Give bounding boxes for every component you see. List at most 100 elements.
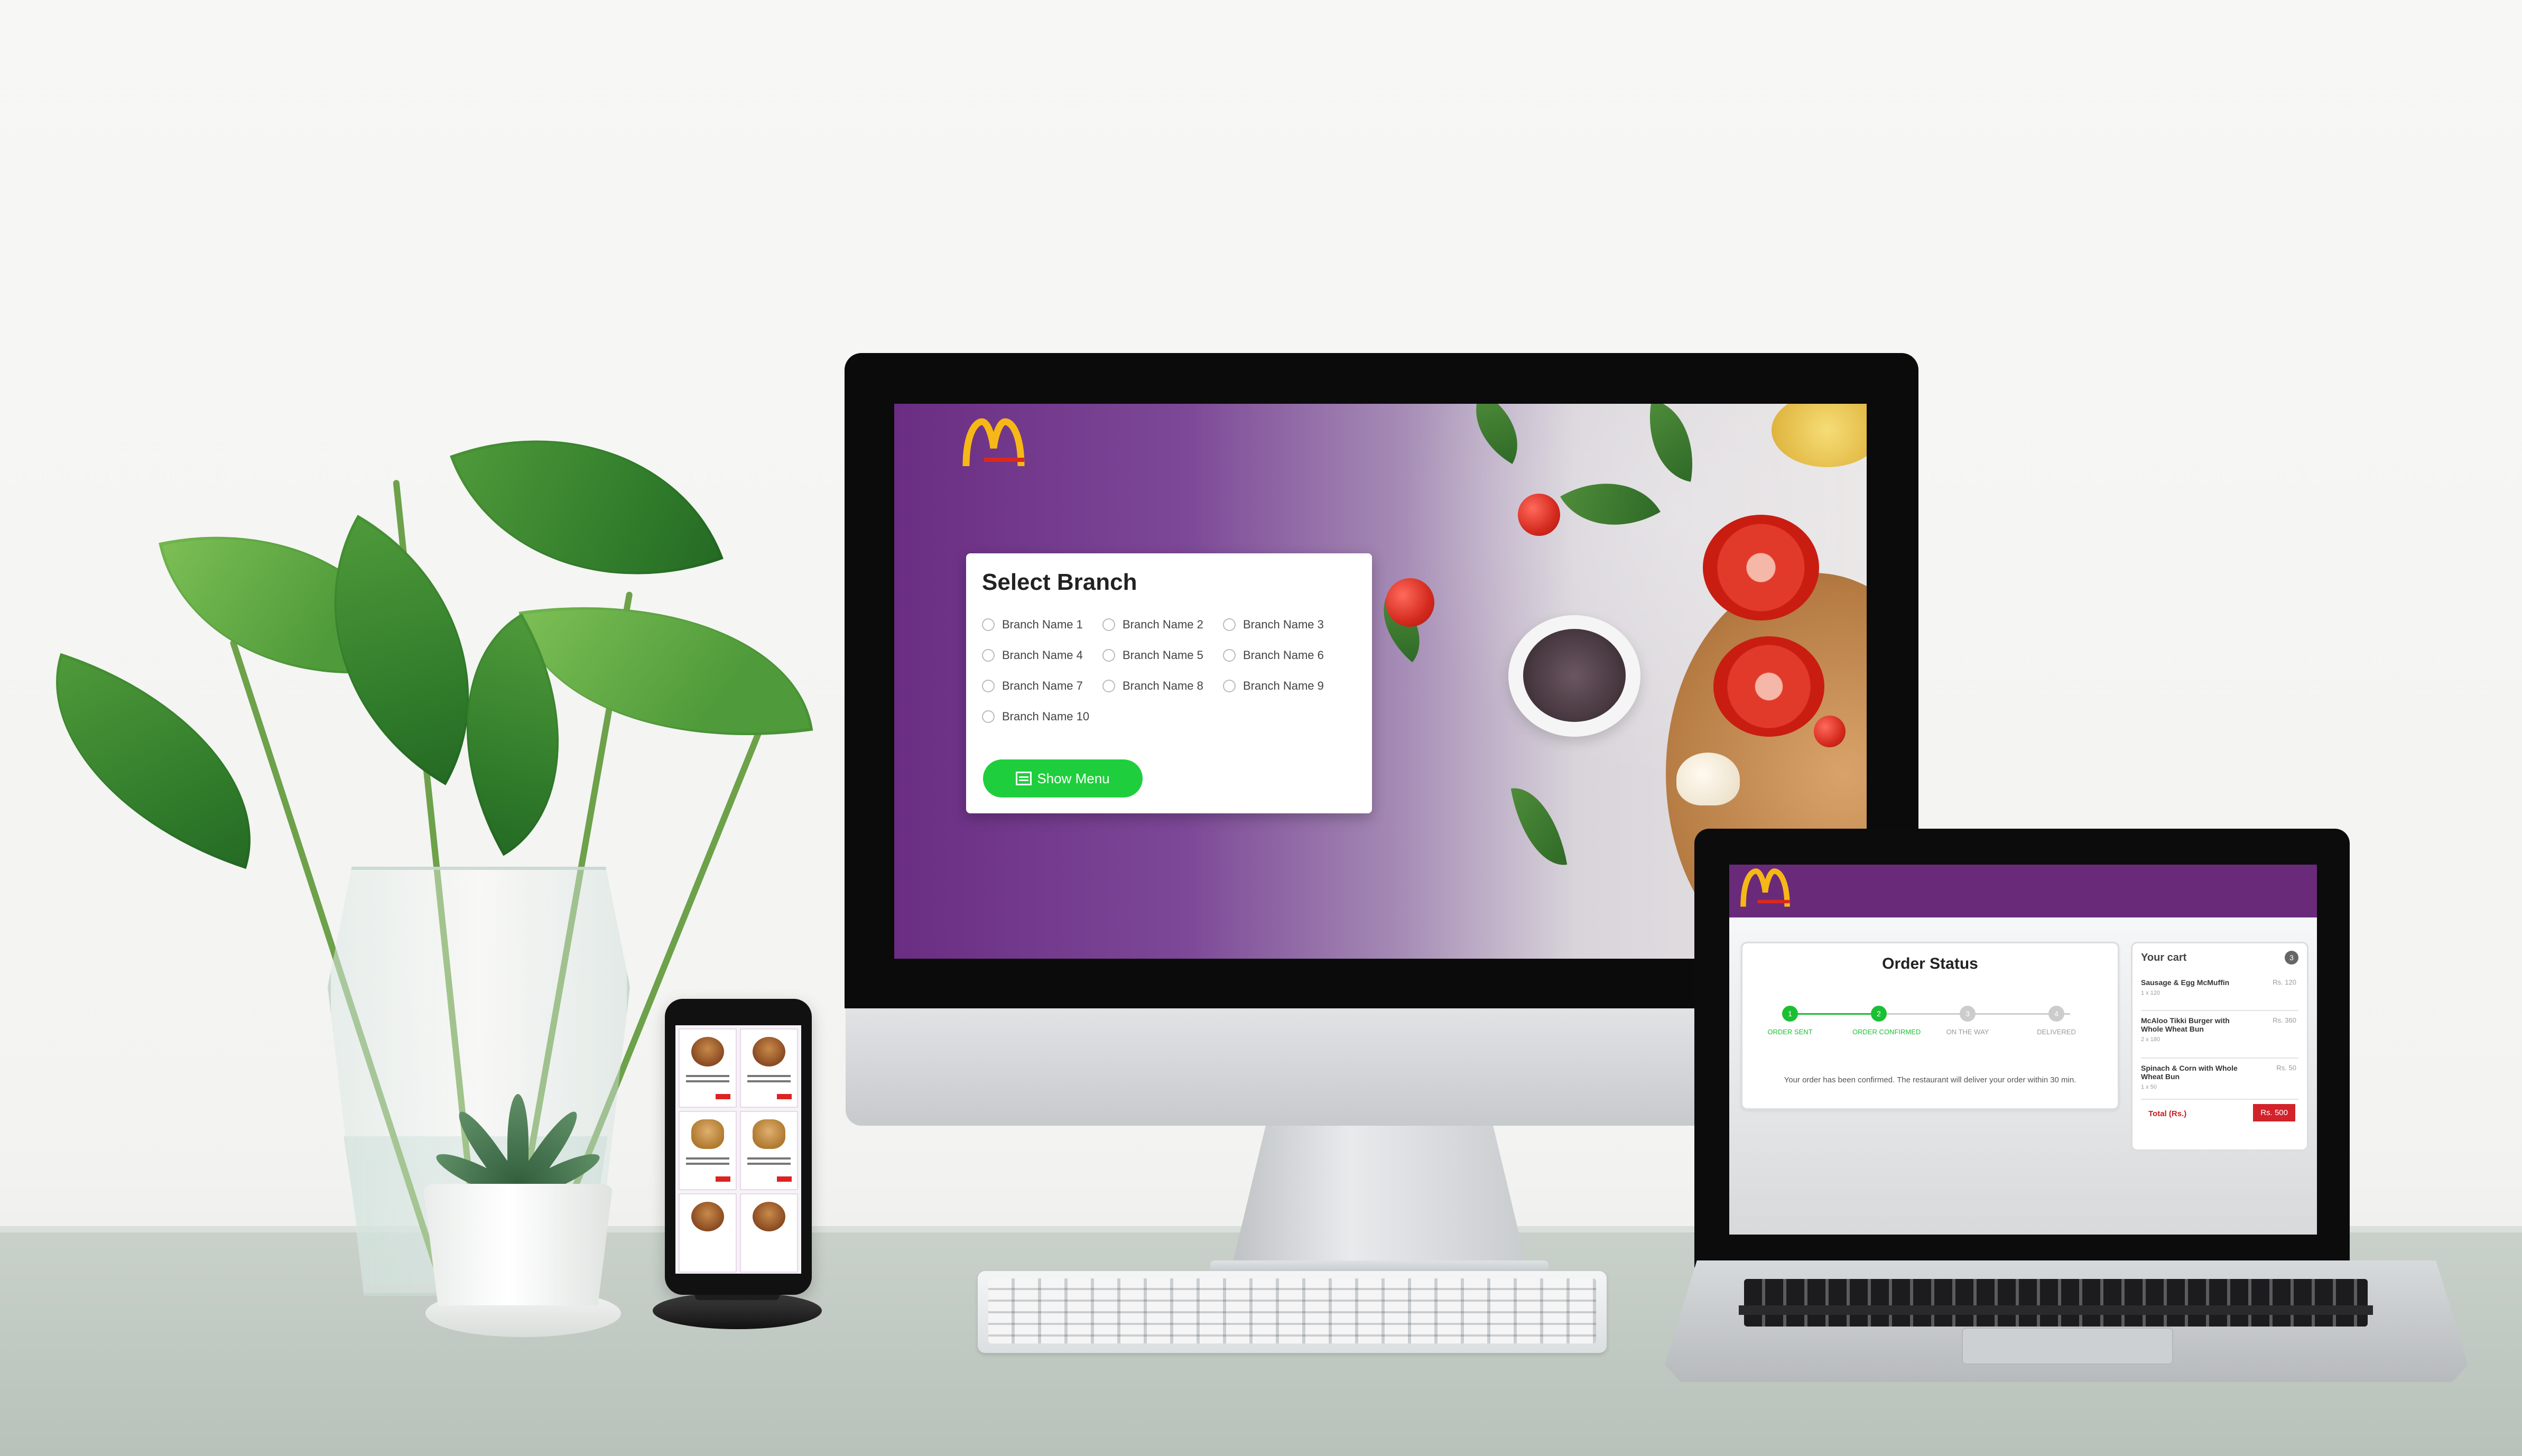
price-tag bbox=[777, 1094, 792, 1099]
card-text bbox=[686, 1075, 729, 1077]
chia-seeds bbox=[1523, 629, 1626, 722]
step-order-sent: 1 ORDER SENT bbox=[1764, 1006, 1816, 1036]
cart-item[interactable]: McAloo Tikki Burger with Whole Wheat Bun… bbox=[2141, 1016, 2298, 1059]
cart-item-qty: 1 x 50 bbox=[2141, 1084, 2157, 1090]
imac-stand bbox=[1231, 1120, 1527, 1268]
workspace-scene: Select Branch Branch Name 1 Branch Name … bbox=[0, 0, 2522, 1456]
show-menu-button[interactable]: Show Menu bbox=[983, 759, 1143, 797]
select-branch-panel: Select Branch Branch Name 1 Branch Name … bbox=[966, 553, 1372, 813]
branch-label: Branch Name 4 bbox=[1002, 648, 1083, 662]
branch-option-9[interactable]: Branch Name 9 bbox=[1223, 678, 1343, 694]
order-status-title: Order Status bbox=[1882, 955, 1978, 972]
price-tag bbox=[716, 1094, 730, 1099]
branch-option-2[interactable]: Branch Name 2 bbox=[1102, 617, 1223, 633]
app-header bbox=[1729, 865, 2317, 917]
cherry-tomato bbox=[1518, 494, 1560, 536]
cart-item-price: Rs. 360 bbox=[2273, 1016, 2296, 1024]
step-order-confirmed: 2 ORDER CONFIRMED bbox=[1852, 1006, 1921, 1036]
cherry-tomato bbox=[1814, 716, 1846, 747]
branch-label: Branch Name 5 bbox=[1123, 648, 1203, 662]
golden-arches-icon bbox=[962, 418, 1025, 467]
cart-item-qty: 2 x 180 bbox=[2141, 1036, 2161, 1043]
branch-option-6[interactable]: Branch Name 6 bbox=[1223, 647, 1343, 663]
phone-menu-card[interactable] bbox=[740, 1028, 798, 1108]
tomato-half bbox=[1713, 636, 1824, 737]
radio-icon[interactable] bbox=[1102, 618, 1115, 631]
card-text bbox=[686, 1080, 729, 1082]
branch-radio-group: Branch Name 1 Branch Name 2 Branch Name … bbox=[982, 617, 1352, 725]
mcdonalds-logo[interactable] bbox=[962, 418, 1025, 470]
branch-option-8[interactable]: Branch Name 8 bbox=[1102, 678, 1223, 694]
card-text bbox=[747, 1075, 791, 1077]
spinach-leaf bbox=[1457, 404, 1536, 464]
branch-label: Branch Name 6 bbox=[1243, 648, 1324, 662]
card-text bbox=[747, 1163, 791, 1165]
cart-item-name: Sausage & Egg McMuffin bbox=[2141, 978, 2230, 987]
radio-icon[interactable] bbox=[982, 710, 995, 723]
radio-icon[interactable] bbox=[1223, 680, 1236, 692]
branch-option-10[interactable]: Branch Name 10 bbox=[982, 709, 1102, 725]
branch-option-1[interactable]: Branch Name 1 bbox=[982, 617, 1102, 633]
branch-label: Branch Name 8 bbox=[1123, 679, 1203, 692]
price-tag bbox=[716, 1176, 730, 1182]
bun-image bbox=[753, 1119, 785, 1149]
burger-image bbox=[691, 1037, 724, 1067]
step-number: 2 bbox=[1871, 1006, 1887, 1022]
card-text bbox=[686, 1157, 729, 1160]
branch-label: Branch Name 7 bbox=[1002, 679, 1083, 692]
laptop-keyboard-row bbox=[1739, 1305, 2373, 1315]
phone-menu-card[interactable] bbox=[740, 1193, 798, 1273]
step-number: 4 bbox=[2048, 1006, 2064, 1022]
plant-leaf bbox=[450, 380, 724, 635]
bun-image bbox=[691, 1119, 724, 1149]
show-menu-label: Show Menu bbox=[1037, 770, 1110, 786]
order-status-card: Order Status 1 ORDER SENT 2 ORDER CONFIR… bbox=[1741, 942, 2119, 1110]
order-status-message: Your order has been confirmed. The resta… bbox=[1784, 1075, 2076, 1084]
branch-option-3[interactable]: Branch Name 3 bbox=[1223, 617, 1343, 633]
keyboard bbox=[978, 1271, 1607, 1353]
branch-label: Branch Name 10 bbox=[1002, 710, 1090, 723]
cart-item-qty: 1 x 120 bbox=[2141, 990, 2161, 996]
branch-label: Branch Name 3 bbox=[1243, 618, 1324, 631]
keyboard-keys bbox=[988, 1278, 1596, 1343]
menu-list-icon bbox=[1016, 772, 1032, 785]
panel-title: Select Branch bbox=[982, 569, 1137, 595]
radio-icon[interactable] bbox=[1102, 649, 1115, 662]
phone-menu-card[interactable] bbox=[679, 1028, 737, 1108]
cart-total-value: Rs. 500 bbox=[2253, 1104, 2295, 1121]
radio-icon[interactable] bbox=[1223, 649, 1236, 662]
step-label: ORDER SENT bbox=[1767, 1028, 1813, 1036]
branch-label: Branch Name 9 bbox=[1243, 679, 1324, 692]
mcdonalds-logo[interactable] bbox=[1740, 868, 1791, 910]
phone-menu-card[interactable] bbox=[740, 1111, 798, 1190]
radio-icon[interactable] bbox=[1223, 618, 1236, 631]
tomato-half bbox=[1703, 515, 1819, 620]
card-text bbox=[686, 1163, 729, 1165]
radio-icon[interactable] bbox=[982, 680, 995, 692]
cart-title: Your cart bbox=[2141, 952, 2187, 963]
step-on-the-way: 3 ON THE WAY bbox=[1941, 1006, 1994, 1036]
phone-menu-card[interactable] bbox=[679, 1193, 737, 1273]
branch-option-4[interactable]: Branch Name 4 bbox=[982, 647, 1102, 663]
cherry-tomato bbox=[1386, 578, 1434, 627]
oil-bowl bbox=[1772, 404, 1867, 467]
plant-leaf bbox=[518, 573, 813, 769]
step-number: 3 bbox=[1960, 1006, 1976, 1022]
radio-icon[interactable] bbox=[982, 618, 995, 631]
burger-image bbox=[753, 1037, 785, 1067]
smartphone bbox=[665, 999, 812, 1295]
cart-item[interactable]: Spinach & Corn with Whole Wheat Bun 1 x … bbox=[2141, 1064, 2298, 1100]
radio-icon[interactable] bbox=[982, 649, 995, 662]
radio-icon[interactable] bbox=[1102, 680, 1115, 692]
spinach-leaf bbox=[1638, 404, 1704, 482]
golden-arches-icon bbox=[1740, 868, 1790, 907]
card-text bbox=[747, 1157, 791, 1160]
cart-item[interactable]: Sausage & Egg McMuffin 1 x 120 Rs. 120 bbox=[2141, 978, 2298, 1011]
step-label: ON THE WAY bbox=[1946, 1028, 1989, 1036]
branch-option-5[interactable]: Branch Name 5 bbox=[1102, 647, 1223, 663]
branch-option-7[interactable]: Branch Name 7 bbox=[982, 678, 1102, 694]
phone-menu-card[interactable] bbox=[679, 1111, 737, 1190]
step-label: DELIVERED bbox=[2037, 1028, 2076, 1036]
price-tag bbox=[777, 1176, 792, 1182]
spinach-leaf bbox=[1560, 457, 1661, 552]
